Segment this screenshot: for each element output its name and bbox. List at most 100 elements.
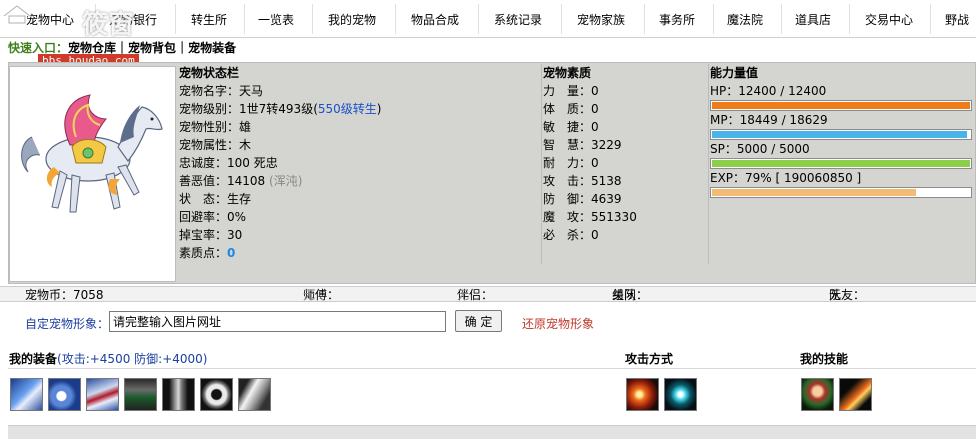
image-url-input[interactable]: [109, 311, 446, 332]
nav-office[interactable]: 事务所: [659, 11, 695, 28]
partner-value: 无: [457, 288, 470, 302]
sp-bar: [710, 158, 972, 169]
nav-divider: [244, 4, 245, 34]
exp-bar-fill: [712, 189, 916, 196]
hp-bar-fill: [712, 102, 970, 109]
pet-attr-value: 木: [239, 138, 252, 152]
quality-label: 攻 击：: [543, 174, 592, 188]
quality-label: 魔 攻：: [543, 210, 592, 224]
pet-attr-row: 宠物属性：木: [179, 136, 541, 154]
skills-header: 我的技能: [800, 352, 849, 366]
pet-name-value: 天马: [239, 84, 264, 98]
feather-blade-icon[interactable]: [238, 378, 271, 411]
evade-label: 回避率：: [179, 210, 228, 224]
quality-row: 智 慧：3229: [543, 136, 708, 154]
quality-value: 0: [591, 156, 599, 170]
quick-link-equipment[interactable]: 宠物装备: [188, 41, 236, 55]
ice-orb-icon[interactable]: [664, 378, 697, 411]
quality-value: 3229: [591, 138, 622, 152]
quick-entry-label: 快速入口：: [8, 41, 69, 55]
footer-bar: [8, 425, 976, 439]
pet-loyalty-row: 忠诚度：100 死忠: [179, 154, 541, 172]
pet-drop-row: 掉宝率：30: [179, 226, 541, 244]
pegasus-image: [21, 94, 163, 213]
wing-helmet-icon[interactable]: [10, 378, 43, 411]
iron-boots-icon[interactable]: [162, 378, 195, 411]
quality-row: 体 质：0: [543, 100, 708, 118]
top-nav: 宠物中心 宠物银行 转生所 一览表 我的宠物 物品合成 系统记录 宠物家族 事务…: [0, 0, 976, 38]
nav-divider: [713, 4, 714, 34]
panel-divider: [708, 64, 709, 264]
points-label: 素质点：: [179, 246, 228, 260]
warrior-skill-icon[interactable]: [801, 378, 834, 411]
nav-system-log[interactable]: 系统记录: [494, 11, 542, 28]
quality-row: 耐 力：0: [543, 154, 708, 172]
equipment-header: 我的装备(攻击:+4500 防御:+4000): [9, 350, 207, 367]
wing-ring-icon[interactable]: [48, 378, 81, 411]
quality-label: 体 质：: [543, 102, 592, 116]
nav-divider: [175, 4, 176, 34]
nav-overview[interactable]: 一览表: [258, 11, 294, 28]
pet-level-row: 宠物级别：1世7转493级(550级转生): [179, 100, 541, 118]
nav-trade-center[interactable]: 交易中心: [865, 11, 913, 28]
nav-divider: [781, 4, 782, 34]
restore-image-link[interactable]: 还原宠物形象: [522, 315, 594, 332]
quality-row: 魔 攻：551330: [543, 208, 708, 226]
points-value: 0: [227, 246, 236, 260]
silver-ring-icon[interactable]: [200, 378, 233, 411]
nav-pet-family[interactable]: 宠物家族: [577, 11, 625, 28]
pet-name-label: 宠物名字：: [179, 84, 240, 98]
loyalty-label: 忠诚度：: [179, 156, 228, 170]
mp-bar-fill: [712, 131, 967, 138]
state-label: 状 态：: [179, 192, 228, 206]
equipment-title: 我的装备: [9, 352, 58, 366]
nav-rebirth[interactable]: 转生所: [191, 11, 227, 28]
quick-sep: ｜: [116, 41, 129, 55]
ability-title: 能力量值: [710, 66, 759, 80]
teammate-value: 无: [829, 288, 842, 302]
rebirth-level-link[interactable]: 550级转生: [318, 102, 377, 116]
quality-label: 防 御：: [543, 192, 592, 206]
nav-divider: [644, 4, 645, 34]
nav-divider: [561, 4, 562, 34]
nav-item-craft[interactable]: 物品合成: [411, 11, 459, 28]
nav-field-battle[interactable]: 野战: [945, 11, 969, 28]
nav-divider: [849, 4, 850, 34]
evade-value: 0%: [227, 210, 247, 224]
nav-pet-bank[interactable]: 宠物银行: [109, 11, 157, 28]
custom-image-label: 自定宠物形象：: [25, 317, 110, 331]
fire-slash-skill-icon[interactable]: [839, 378, 872, 411]
drop-label: 掉宝率：: [179, 228, 228, 242]
pet-gender-value: 雄: [239, 120, 252, 134]
status-title: 宠物状态栏: [179, 66, 240, 80]
quick-link-bag[interactable]: 宠物背包: [128, 41, 176, 55]
quality-row: 敏 捷：0: [543, 118, 708, 136]
quality-label: 力 量：: [543, 84, 592, 98]
quality-label: 敏 捷：: [543, 120, 592, 134]
quality-value: 551330: [591, 210, 637, 224]
quality-row: 力 量：0: [543, 82, 708, 100]
quick-entry-bar: 快速入口：宠物仓库｜宠物背包｜宠物装备: [8, 38, 236, 58]
pet-gender-row: 宠物性别：雄: [179, 118, 541, 136]
social-stats-bar: 宠物币：7058 师傅：无 伴侣：无 组队： 关闭 队友：无: [0, 286, 976, 302]
nav-my-pet[interactable]: 我的宠物: [328, 11, 376, 28]
panel-divider: [541, 64, 542, 264]
quick-link-warehouse[interactable]: 宠物仓库: [68, 41, 116, 55]
nav-item-shop[interactable]: 道具店: [795, 11, 831, 28]
state-value: 生存: [227, 192, 252, 206]
fire-strike-icon[interactable]: [626, 378, 659, 411]
pet-level-value: 1世7转493级(: [239, 102, 318, 116]
nav-divider: [312, 4, 313, 34]
wing-armor-icon[interactable]: [86, 378, 119, 411]
nav-divider: [395, 4, 396, 34]
dark-robe-icon[interactable]: [124, 378, 157, 411]
nav-magic-academy[interactable]: 魔法院: [727, 11, 763, 28]
nav-pet-center[interactable]: 宠物中心: [26, 11, 74, 28]
confirm-button[interactable]: 确 定: [455, 310, 502, 332]
exp-text: EXP：79% [ 190060850 ]: [710, 171, 862, 185]
pet-karma-row: 善恶值：14108 (浑沌): [179, 172, 541, 190]
mp-bar: [710, 129, 972, 140]
team-value: 关闭: [612, 288, 637, 302]
pet-points-row: 素质点：0: [179, 244, 541, 262]
karma-label: 善恶值：: [179, 174, 228, 188]
